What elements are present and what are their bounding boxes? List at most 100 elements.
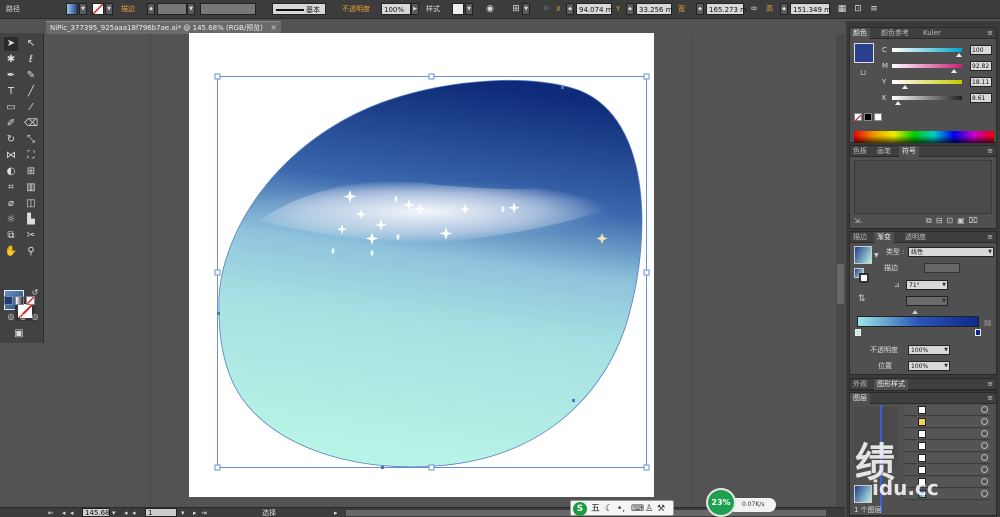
layer-row[interactable] xyxy=(905,417,990,428)
layer-row[interactable] xyxy=(905,405,990,416)
tab-transparency[interactable]: 透明度 xyxy=(902,232,929,243)
white-swatch[interactable] xyxy=(874,113,882,121)
opacity-input[interactable]: 100% xyxy=(381,3,411,15)
pencil-tool-icon[interactable]: ✐ xyxy=(4,117,18,131)
x-stepper[interactable]: ◆ xyxy=(566,3,574,15)
handle[interactable] xyxy=(214,73,221,80)
width-tool-icon[interactable]: ⋈ xyxy=(4,149,18,163)
artboard-nav-prev-icon[interactable]: ◂ xyxy=(132,508,136,517)
artboard-number-input[interactable]: 1 xyxy=(145,508,177,517)
scale-tool-icon[interactable]: ⤡ xyxy=(24,133,38,147)
slider-track[interactable] xyxy=(892,64,962,68)
handle[interactable] xyxy=(214,269,221,276)
tab-gradient[interactable]: 渐变 xyxy=(874,232,894,243)
transform-options-icon[interactable]: ▦ xyxy=(836,3,848,15)
width-input[interactable]: 165.273 m xyxy=(706,3,747,15)
rotate-tool-icon[interactable]: ↻ xyxy=(4,133,18,147)
zoom-input[interactable]: 145.68 xyxy=(82,508,110,517)
none-mode-button[interactable] xyxy=(26,296,35,305)
ime-logo-icon[interactable]: S xyxy=(573,502,587,516)
gradient-aspect-input[interactable]: ▼ xyxy=(906,296,948,306)
stroke-weight-input[interactable] xyxy=(157,3,187,15)
tab-layers[interactable]: 图层 xyxy=(850,393,870,404)
visibility-eye-icon[interactable] xyxy=(981,430,988,437)
x-input[interactable]: 94.074 m xyxy=(576,3,613,15)
anchor-point[interactable] xyxy=(381,466,384,469)
free-transform-tool-icon[interactable]: ⛶ xyxy=(24,149,38,163)
screen-mode-icon[interactable]: ▣ xyxy=(12,327,26,341)
symbol-actions-icon[interactable]: ⧉⊟⊡▣⌧ xyxy=(926,216,982,226)
height-stepper[interactable]: ◆ xyxy=(780,3,788,15)
tab-symbols[interactable]: 符号 xyxy=(899,146,919,157)
opacity-dropdown-icon[interactable]: ▶ xyxy=(411,3,419,15)
panel-menu-icon[interactable]: ≡ xyxy=(987,146,993,157)
artboard-number-dropdown-icon[interactable]: ▾ xyxy=(181,508,185,517)
tab-color-guide[interactable]: 颜色参考 xyxy=(878,28,912,39)
stroke-swatch[interactable] xyxy=(92,3,104,15)
fill-dropdown-icon[interactable]: ▼ xyxy=(79,3,87,15)
slider-knob[interactable] xyxy=(894,101,901,105)
handle[interactable] xyxy=(214,464,221,471)
opacity-label[interactable]: 不透明度 xyxy=(342,3,370,15)
slice-tool-icon[interactable]: ✂ xyxy=(24,229,38,243)
handle[interactable] xyxy=(643,73,650,80)
tab-brushes[interactable]: 画笔 xyxy=(874,146,894,157)
anchor-point[interactable] xyxy=(572,399,575,402)
fill-swatch[interactable] xyxy=(66,3,78,15)
gradient-tool-icon[interactable]: ▥ xyxy=(24,181,38,195)
draw-inside-icon[interactable]: ◎ xyxy=(28,310,42,324)
slider-value-input[interactable]: 92.82 xyxy=(970,61,992,71)
visibility-eye-icon[interactable] xyxy=(981,406,988,413)
status-menu-icon[interactable]: ▸ xyxy=(334,508,338,517)
y-input[interactable]: 33.256 m xyxy=(636,3,673,15)
hand-tool-icon[interactable]: ✋ xyxy=(4,245,18,259)
gradient-mode-button[interactable] xyxy=(15,296,24,305)
artboard-nav-prev-icon[interactable]: ◂ xyxy=(124,508,128,517)
gradient-stop-end[interactable] xyxy=(975,329,981,336)
recolor-artwork-icon[interactable]: ◉ xyxy=(484,3,496,15)
y-stepper[interactable]: ◆ xyxy=(626,3,634,15)
width-stepper[interactable]: ◆ xyxy=(696,3,704,15)
reference-point-icon[interactable]: ⁘ xyxy=(540,3,552,15)
stroke-weight-dropdown-icon[interactable]: ▼ xyxy=(187,3,195,15)
artboard-nav-last-icon[interactable]: ⇥ xyxy=(201,508,207,517)
gradient-preview-dropdown-icon[interactable]: ▼ xyxy=(874,252,879,259)
handle[interactable] xyxy=(643,464,650,471)
gradient-stroke-indicator[interactable] xyxy=(859,273,869,283)
slider-track[interactable] xyxy=(892,96,962,100)
zoom-tool-icon[interactable]: ⚲ xyxy=(24,245,38,259)
line-tool-icon[interactable]: ╱ xyxy=(24,85,38,99)
slider-knob[interactable] xyxy=(955,53,962,57)
moon-icon[interactable]: ☾ xyxy=(605,502,613,516)
variable-width-profile[interactable] xyxy=(200,3,256,15)
tab-graphic-styles[interactable]: 图形样式 xyxy=(874,379,908,390)
tab-stroke[interactable]: 描边 xyxy=(850,232,870,243)
isolate-group-icon[interactable]: ⊡ xyxy=(852,3,864,15)
align-dropdown-icon[interactable]: ▼ xyxy=(522,3,530,15)
slider-m[interactable]: M 92.82 xyxy=(882,61,992,73)
color-mode-button[interactable] xyxy=(4,296,13,305)
visibility-eye-icon[interactable] xyxy=(981,418,988,425)
lasso-tool-icon[interactable]: ℓ xyxy=(24,53,38,67)
handle[interactable] xyxy=(643,269,650,276)
symbol-libraries-icon[interactable]: ⇲. xyxy=(854,217,862,225)
panel-menu-icon[interactable]: ≡ xyxy=(987,393,993,404)
pen-tool-icon[interactable]: ✒ xyxy=(4,69,18,83)
visibility-eye-icon[interactable] xyxy=(981,478,988,485)
out-of-gamut-icon[interactable]: ⊔ xyxy=(860,68,866,77)
panel-menu-icon[interactable]: ≡ xyxy=(987,379,993,390)
panel-menu-icon[interactable]: ≡ xyxy=(987,28,993,39)
layer-row[interactable] xyxy=(905,453,990,464)
color-spectrum[interactable] xyxy=(854,131,994,143)
layer-row[interactable] xyxy=(905,429,990,440)
slider-track[interactable] xyxy=(892,48,962,52)
constrain-proportions-icon[interactable]: ∞ xyxy=(748,3,760,15)
visibility-eye-icon[interactable] xyxy=(981,466,988,473)
stroke-weight-label[interactable]: 描边 xyxy=(121,3,135,15)
type-tool-icon[interactable]: T xyxy=(4,85,18,99)
paintbrush-tool-icon[interactable]: ⁄ xyxy=(24,101,38,115)
zoom-dropdown-icon[interactable]: ▾ xyxy=(112,508,116,517)
gradient-location-input[interactable]: 100% ▼ xyxy=(908,361,950,371)
anchor-point[interactable] xyxy=(561,86,564,89)
graphic-style-dropdown-icon[interactable]: ▼ xyxy=(465,3,473,15)
